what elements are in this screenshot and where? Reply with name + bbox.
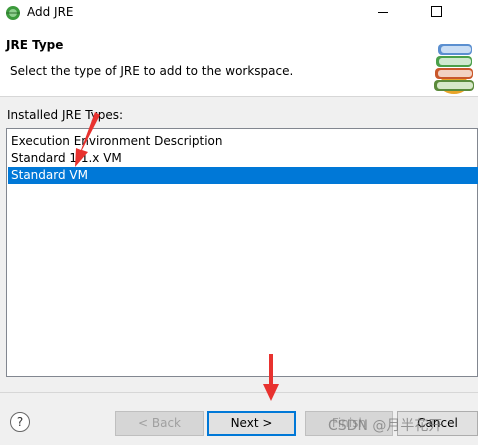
books-icon bbox=[434, 44, 474, 94]
title-bar: Add JRE bbox=[0, 0, 478, 26]
back-button[interactable]: < Back bbox=[115, 411, 204, 436]
next-button[interactable]: Next > bbox=[207, 411, 296, 436]
maximize-button[interactable] bbox=[412, 0, 458, 26]
footer-divider bbox=[0, 392, 478, 393]
help-icon[interactable]: ? bbox=[10, 412, 30, 432]
window-title: Add JRE bbox=[27, 5, 74, 19]
list-item-execution-environment[interactable]: Execution Environment Description bbox=[8, 133, 478, 150]
list-item-standard-11x-vm[interactable]: Standard 1.1.x VM bbox=[8, 150, 478, 167]
jre-type-list[interactable]: Execution Environment Description Standa… bbox=[6, 128, 478, 377]
installed-jre-types-label: Installed JRE Types: bbox=[7, 108, 124, 122]
minimize-button[interactable] bbox=[360, 0, 406, 26]
csdn-watermark: CSDN @月半花开 bbox=[328, 418, 443, 434]
eclipse-app-icon bbox=[6, 6, 20, 20]
list-item-standard-vm[interactable]: Standard VM bbox=[8, 167, 478, 184]
wizard-header: JRE Type Select the type of JRE to add t… bbox=[0, 26, 478, 97]
page-title: JRE Type bbox=[6, 38, 64, 52]
page-description: Select the type of JRE to add to the wor… bbox=[10, 64, 294, 78]
